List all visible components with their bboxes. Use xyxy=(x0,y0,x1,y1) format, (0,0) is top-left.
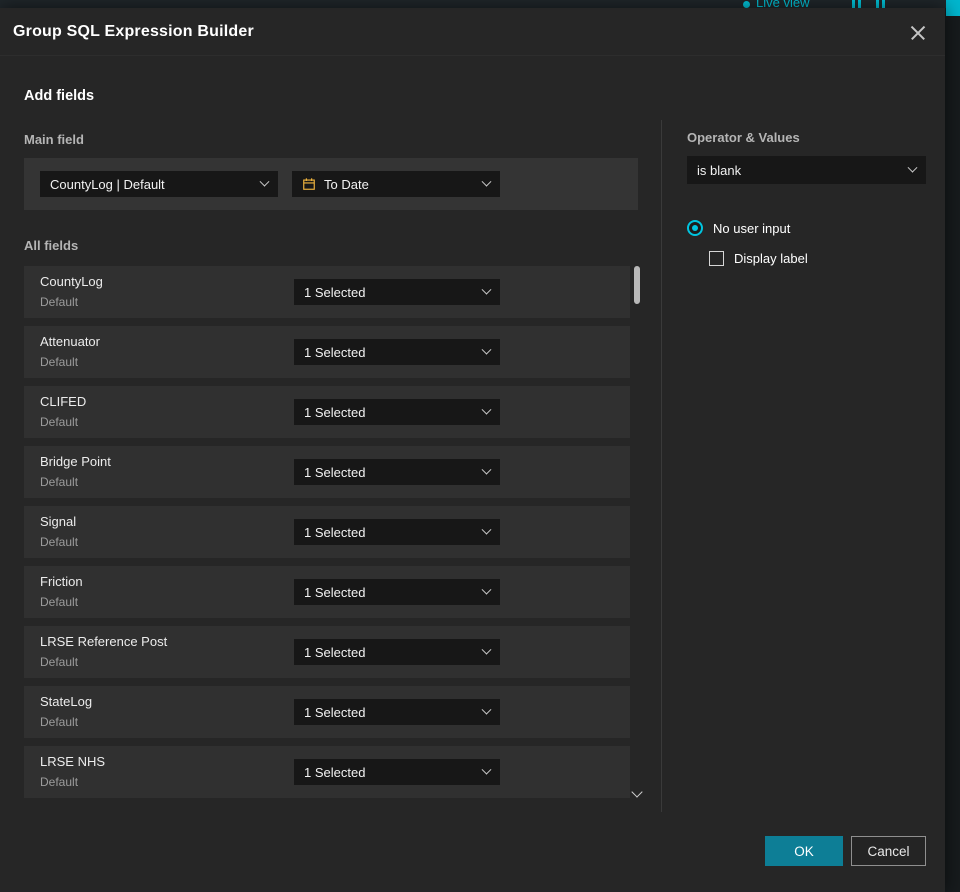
field-subtitle: Default xyxy=(40,595,79,609)
field-row-statelog: StateLog Default 1 Selected xyxy=(24,686,630,738)
chevron-down-icon xyxy=(907,162,918,173)
field-row-countylog: CountyLog Default 1 Selected xyxy=(24,266,630,318)
field-name: Bridge Point xyxy=(40,454,111,469)
field-name: Attenuator xyxy=(40,334,100,349)
backdrop-accent-block xyxy=(946,0,960,16)
operator-select-value: is blank xyxy=(697,162,742,178)
field-row-attenuator: Attenuator Default 1 Selected xyxy=(24,326,630,378)
display-label-checkbox[interactable]: Display label xyxy=(709,251,808,266)
toolbar-icon xyxy=(876,0,879,8)
field-selected-value: 1 Selected xyxy=(304,764,366,780)
backdrop-right-gutter xyxy=(945,8,960,892)
scroll-down-icon[interactable] xyxy=(631,786,643,798)
date-field-select-value: To Date xyxy=(324,176,369,192)
pause-icon xyxy=(852,0,855,8)
field-name: CountyLog xyxy=(40,274,103,289)
field-row-lrse-nhs: LRSE NHS Default 1 Selected xyxy=(24,746,630,798)
field-row-lrse-reference-post: LRSE Reference Post Default 1 Selected xyxy=(24,626,630,678)
toolbar-icon xyxy=(882,0,885,8)
no-user-input-label: No user input xyxy=(713,220,791,236)
field-selected-dropdown[interactable]: 1 Selected xyxy=(294,639,500,665)
calendar-icon xyxy=(302,177,316,191)
group-sql-expression-builder-dialog: Group SQL Expression Builder Add fields … xyxy=(0,8,945,892)
field-row-signal: Signal Default 1 Selected xyxy=(24,506,630,558)
chevron-down-icon xyxy=(481,464,492,475)
field-selected-dropdown[interactable]: 1 Selected xyxy=(294,579,500,605)
field-subtitle: Default xyxy=(40,535,79,549)
field-selected-dropdown[interactable]: 1 Selected xyxy=(294,399,500,425)
field-selected-dropdown[interactable]: 1 Selected xyxy=(294,339,500,365)
operator-select[interactable]: is blank xyxy=(687,156,926,184)
field-selected-dropdown[interactable]: 1 Selected xyxy=(294,459,500,485)
field-name: LRSE Reference Post xyxy=(40,634,168,649)
main-field-select[interactable]: CountyLog | Default xyxy=(40,171,278,197)
chevron-down-icon xyxy=(481,284,492,295)
scrollbar-thumb[interactable] xyxy=(634,266,640,304)
chevron-down-icon xyxy=(259,176,270,187)
field-selected-value: 1 Selected xyxy=(304,644,366,660)
chevron-down-icon xyxy=(481,176,492,187)
field-name: Signal xyxy=(40,514,77,529)
field-selected-dropdown[interactable]: 1 Selected xyxy=(294,519,500,545)
field-subtitle: Default xyxy=(40,775,79,789)
field-subtitle: Default xyxy=(40,475,79,489)
field-selected-dropdown[interactable]: 1 Selected xyxy=(294,699,500,725)
field-selected-value: 1 Selected xyxy=(304,524,366,540)
field-row-bridge-point: Bridge Point Default 1 Selected xyxy=(24,446,630,498)
field-selected-dropdown[interactable]: 1 Selected xyxy=(294,759,500,785)
field-subtitle: Default xyxy=(40,355,79,369)
field-subtitle: Default xyxy=(40,415,79,429)
field-selected-value: 1 Selected xyxy=(304,404,366,420)
field-selected-value: 1 Selected xyxy=(304,704,366,720)
chevron-down-icon xyxy=(481,584,492,595)
chevron-down-icon xyxy=(481,704,492,715)
field-name: Friction xyxy=(40,574,83,589)
pause-icon xyxy=(858,0,861,8)
chevron-down-icon xyxy=(481,344,492,355)
display-label-text: Display label xyxy=(734,251,808,266)
dialog-title: Group SQL Expression Builder xyxy=(13,23,254,40)
field-row-friction: Friction Default 1 Selected xyxy=(24,566,630,618)
all-fields-label: All fields xyxy=(24,238,79,253)
field-subtitle: Default xyxy=(40,715,79,729)
checkbox-unchecked-icon xyxy=(709,251,724,266)
chevron-down-icon xyxy=(481,524,492,535)
backdrop-top-strip: Live view xyxy=(0,0,960,8)
field-selected-value: 1 Selected xyxy=(304,284,366,300)
field-name: StateLog xyxy=(40,694,93,709)
field-subtitle: Default xyxy=(40,655,79,669)
field-selected-value: 1 Selected xyxy=(304,464,366,480)
field-row-clifed: CLIFED Default 1 Selected xyxy=(24,386,630,438)
live-view-label: Live view xyxy=(756,0,810,8)
dialog-header: Group SQL Expression Builder xyxy=(0,8,945,56)
cancel-button[interactable]: Cancel xyxy=(851,836,926,866)
operator-values-label: Operator & Values xyxy=(687,130,800,145)
field-subtitle: Default xyxy=(40,295,79,309)
live-view-dot-icon xyxy=(743,1,750,8)
panel-divider xyxy=(661,120,662,812)
chevron-down-icon xyxy=(481,764,492,775)
field-selected-dropdown[interactable]: 1 Selected xyxy=(294,279,500,305)
add-fields-heading: Add fields xyxy=(24,88,95,104)
no-user-input-radio[interactable]: No user input xyxy=(687,220,790,236)
chevron-down-icon xyxy=(481,404,492,415)
date-field-select[interactable]: To Date xyxy=(292,171,500,197)
radio-selected-icon xyxy=(687,220,703,236)
field-name: LRSE NHS xyxy=(40,754,106,769)
chevron-down-icon xyxy=(481,644,492,655)
ok-button[interactable]: OK xyxy=(765,836,843,866)
field-selected-value: 1 Selected xyxy=(304,344,366,360)
field-name: CLIFED xyxy=(40,394,87,409)
close-icon[interactable] xyxy=(907,22,929,44)
field-selected-value: 1 Selected xyxy=(304,584,366,600)
main-field-label: Main field xyxy=(24,132,84,147)
main-field-select-value: CountyLog | Default xyxy=(50,176,165,192)
